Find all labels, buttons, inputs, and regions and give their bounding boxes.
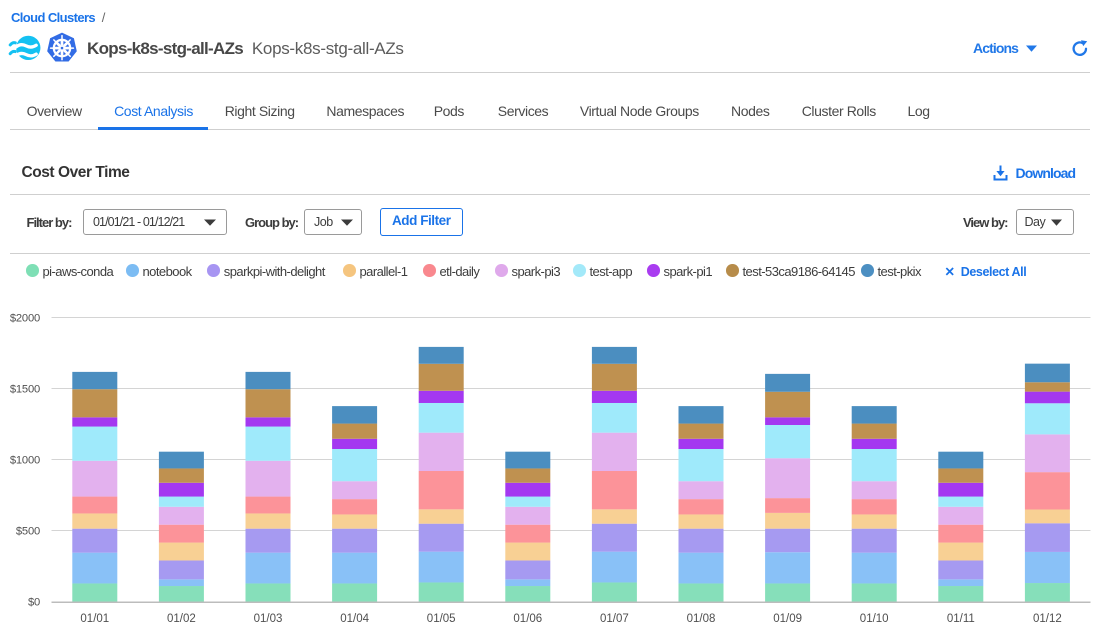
svg-text:$1500: $1500 [10,384,40,396]
svg-text:01/04: 01/04 [340,613,369,625]
svg-text:01/10: 01/10 [860,613,889,625]
svg-text:$1000: $1000 [10,455,40,467]
svg-text:01/12: 01/12 [1033,613,1062,625]
svg-text:01/08: 01/08 [687,613,716,625]
svg-text:01/07: 01/07 [600,613,629,625]
svg-text:01/05: 01/05 [427,613,456,625]
svg-text:01/02: 01/02 [167,613,196,625]
svg-text:$500: $500 [16,526,40,538]
svg-text:01/01: 01/01 [80,613,109,625]
svg-text:01/06: 01/06 [513,613,542,625]
svg-text:01/11: 01/11 [947,613,975,625]
svg-text:$2000: $2000 [10,313,40,325]
svg-text:$0: $0 [28,597,40,609]
svg-text:01/03: 01/03 [254,613,283,625]
svg-text:01/09: 01/09 [773,613,802,625]
